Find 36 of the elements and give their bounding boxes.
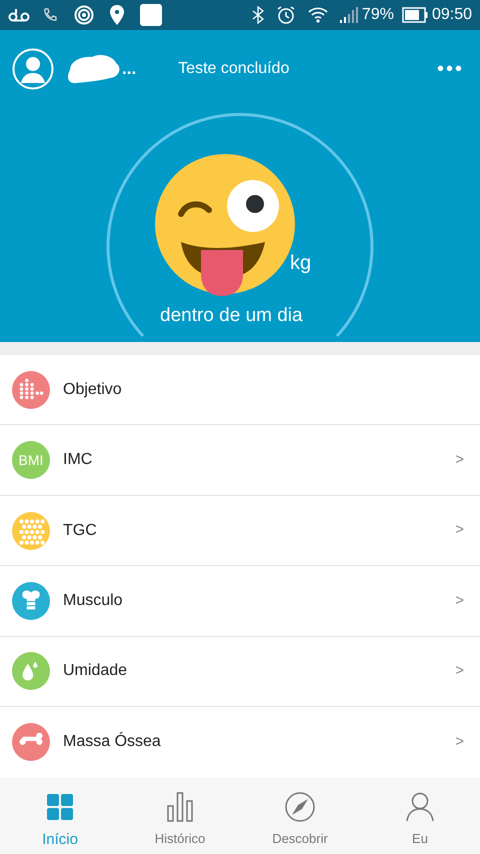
metric-label: IMC [63, 450, 92, 470]
metric-label: TGC [63, 520, 97, 541]
location-icon [110, 4, 124, 25]
clock-time: 09:50 [432, 4, 472, 25]
metric-label: Objetivo [63, 380, 122, 400]
metric-label: Musculo [63, 591, 123, 612]
battery-percent: 79% [362, 4, 394, 25]
nav-tab[interactable]: Histórico [120, 778, 240, 854]
wifi-icon [308, 6, 328, 24]
app-icon [140, 4, 162, 26]
screen-title: Teste concluído [178, 58, 290, 79]
gauge-caption: dentro de um dia [160, 304, 303, 328]
signal-icon [340, 6, 358, 23]
alarm-icon [276, 4, 296, 25]
chevron-icon: > [455, 731, 468, 754]
metric-label: Massa Óssea [63, 731, 161, 752]
metric-label: Umidade [63, 661, 128, 682]
bmi-icon: BMI [12, 441, 50, 480]
chevron-icon: > [455, 590, 468, 612]
user-name: ... [122, 58, 136, 80]
voicemail-icon [8, 8, 30, 22]
chevron-icon: > [455, 519, 468, 542]
phone-icon [42, 6, 58, 23]
target-icon [74, 4, 94, 25]
avatar-icon[interactable] [12, 48, 54, 90]
bluetooth-icon [252, 6, 264, 24]
battery-icon [402, 6, 428, 23]
chevron-icon: > [455, 448, 468, 472]
compass-icon [285, 792, 315, 822]
weight-unit: kg [290, 250, 312, 276]
person-icon [406, 792, 434, 822]
chevron-icon: > [455, 660, 468, 683]
bar-chart-icon [167, 792, 193, 822]
grid-icon [46, 792, 74, 821]
nav-tab[interactable]: Eu [360, 778, 480, 854]
nav-tab[interactable]: Descobrir [240, 778, 360, 854]
